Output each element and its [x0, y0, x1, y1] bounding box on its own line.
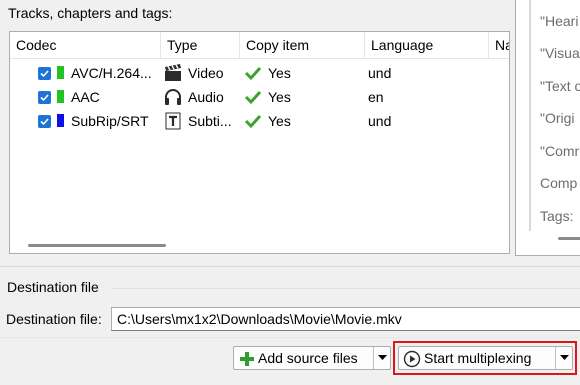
track-type: Audio [188, 89, 224, 105]
tracks-header: Codec Type Copy item Language Na [10, 32, 509, 59]
track-copy: Yes [268, 89, 291, 105]
property-label: "Text o [540, 78, 580, 94]
track-color-swatch [57, 114, 64, 127]
track-codec: SubRip/SRT [71, 113, 149, 129]
property-label: "Heari [540, 13, 579, 29]
clapperboard-icon [163, 61, 185, 85]
track-checkbox[interactable] [38, 67, 51, 80]
add-plus-icon [238, 350, 256, 371]
start-multiplexing-label: Start multiplexing [424, 350, 532, 366]
column-codec[interactable]: Codec [10, 32, 161, 59]
destination-file-input[interactable]: C:\Users\mx1x2\Downloads\Movie\Movie.mkv [111, 307, 580, 331]
properties-vertical-scrollbar[interactable] [529, 0, 531, 231]
property-label: Comp [540, 175, 578, 191]
add-source-files-button[interactable]: Add source files [233, 346, 391, 370]
tracks-list[interactable]: Codec Type Copy item Language Na AVC/H.2… [9, 31, 510, 254]
track-language: und [368, 65, 392, 81]
track-row[interactable]: AVC/H.264... Video Yes und [10, 61, 509, 85]
column-copy-item[interactable]: Copy item [240, 32, 365, 59]
property-label: "Visua [540, 45, 580, 61]
track-type: Subti... [188, 113, 232, 129]
track-copy: Yes [268, 113, 291, 129]
play-circle-icon [403, 350, 421, 371]
section-divider [0, 337, 580, 338]
destination-divider [112, 288, 580, 289]
text-t-icon [163, 109, 185, 133]
tracks-group-title: Tracks, chapters and tags: [8, 5, 173, 21]
track-codec: AVC/H.264... [71, 65, 152, 81]
column-type[interactable]: Type [161, 32, 240, 59]
property-label: "Origi [540, 110, 575, 126]
column-language[interactable]: Language [365, 32, 489, 59]
track-language: und [368, 113, 392, 129]
column-name[interactable]: Na [489, 32, 509, 59]
track-language: en [368, 89, 384, 105]
destination-file-path: C:\Users\mx1x2\Downloads\Movie\Movie.mkv [117, 311, 402, 327]
property-label: Tags: [540, 208, 574, 224]
checkmark-icon [244, 85, 264, 109]
tracks-horizontal-scrollbar[interactable] [28, 244, 166, 247]
destination-section-title: Destination file [7, 279, 99, 295]
start-multiplexing-dropdown-arrow[interactable] [555, 347, 572, 369]
properties-horizontal-scrollbar[interactable] [558, 237, 580, 240]
property-label: "Comr [540, 143, 580, 159]
add-source-files-label: Add source files [258, 350, 358, 366]
track-color-swatch [57, 66, 64, 79]
track-color-swatch [57, 90, 64, 103]
track-type: Video [188, 65, 224, 81]
headphones-icon [163, 85, 185, 109]
add-source-dropdown-arrow[interactable] [373, 347, 390, 369]
section-divider [0, 266, 580, 267]
destination-file-label: Destination file: [6, 311, 102, 327]
start-multiplexing-button[interactable]: Start multiplexing [398, 346, 573, 370]
track-checkbox[interactable] [38, 115, 51, 128]
properties-panel: "Heari "Visua "Text o "Origi "Comr Comp … [515, 0, 580, 256]
track-row[interactable]: AAC Audio Yes en [10, 85, 509, 109]
track-row[interactable]: SubRip/SRT Subti... Yes und [10, 109, 509, 133]
checkmark-icon [244, 109, 264, 133]
track-copy: Yes [268, 65, 291, 81]
track-codec: AAC [71, 89, 100, 105]
track-checkbox[interactable] [38, 91, 51, 104]
checkmark-icon [244, 61, 264, 85]
